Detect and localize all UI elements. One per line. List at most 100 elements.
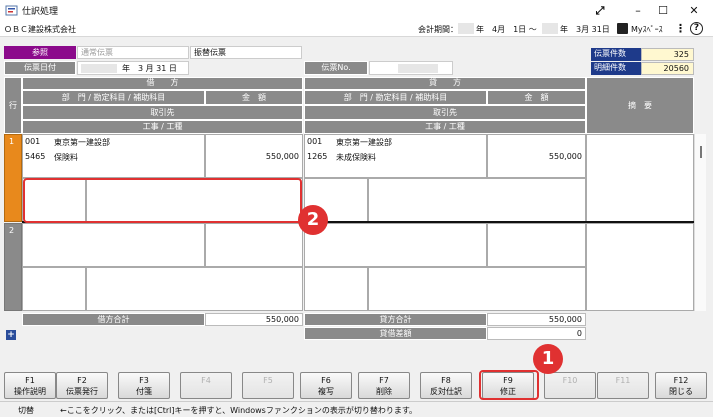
credit-dept-header: 部 門 / 勘定科目 / 補助科目 [304,90,487,105]
row-marker-2[interactable]: 2 [4,223,22,311]
credit-partner-cell-2[interactable] [368,267,586,311]
fkey-f2-button[interactable]: F2 伝票発行 [56,372,108,399]
debit-amount-cell-2[interactable] [205,223,303,267]
credit-total-value: 550,000 [487,313,586,326]
credit-partner-code-cell-2[interactable] [304,267,368,311]
voucher-count-label: 伝票件数 [591,48,641,61]
date-value: 年 3 月 31 日 [122,64,177,73]
minimize-button[interactable]: – [627,2,649,19]
period-start: 年 4月 1日 ～ [476,25,537,34]
fkey-number: F12 [673,376,689,385]
voucher-no-field[interactable] [369,61,453,75]
fkey-label: 閉じる [669,387,693,396]
fkey-number: F3 [139,376,149,385]
debit-header: 借 方 [22,77,303,90]
debit-partner-header: 取引先 [22,105,303,120]
memo-cell-1[interactable] [586,134,694,222]
maximize-button[interactable]: ☐ [652,2,674,19]
debit-dept-cell[interactable]: 001 東京第一建設部 5465 保険料 [22,134,205,178]
fkey-f8-button[interactable]: F8 反対仕訳 [420,372,472,399]
fkey-f1-button[interactable]: F1 操作説明 [4,372,56,399]
fkey-number: F2 [77,376,87,385]
detail-count-label: 明細件数 [591,62,641,75]
debit-dept-code: 001 [25,137,41,146]
ref-tab[interactable]: 参照 [4,46,76,59]
debit-dept-cell-2[interactable] [22,223,205,267]
credit-account-name: 未成保険料 [336,153,376,162]
help-icon[interactable]: ? [690,22,703,35]
fkey-f12-button[interactable]: F12 閉じる [655,372,707,399]
fkey-f7-button[interactable]: F7 削除 [358,372,410,399]
fkey-number: F7 [379,376,389,385]
more-icon[interactable]: ⋮ [675,22,686,35]
debit-account-code: 5465 [25,152,46,161]
fkey-f6-button[interactable]: F6 複写 [300,372,352,399]
fkey-f3-button[interactable]: F3 付箋 [118,372,170,399]
fkey-number: F8 [441,376,451,385]
credit-dept-cell-2[interactable] [304,223,487,267]
window-title: 仕訳処理 [22,7,59,17]
credit-amount-cell-2[interactable] [487,223,586,267]
debit-dept-name: 東京第一建設部 [54,138,110,147]
toggle-button[interactable]: 切替 [18,405,34,416]
fkey-number: F5 [263,376,273,385]
credit-dept-name: 東京第一建設部 [336,138,392,147]
credit-work-header: 工事 / 工種 [304,120,586,134]
balance-diff-label: 貸借差額 [304,327,487,340]
fkey-number: F11 [615,376,631,385]
credit-amount-cell[interactable]: 550,000 [487,134,586,178]
row-header: 行 [4,77,22,134]
status-hint: ←ここをクリック、または[Ctrl]キーを押すと、Windowsファンクションの… [60,406,418,415]
memo-header: 摘 要 [586,77,694,134]
myspace-icon[interactable] [617,23,628,34]
debit-dept-header: 部 門 / 勘定科目 / 補助科目 [22,90,205,105]
voucher-type-transfer[interactable]: 振替伝票 [190,46,302,59]
voucher-no-label: 伝票No. [304,61,368,75]
close-button[interactable]: ✕ [683,2,705,19]
fkey-f5-button: F5 [242,372,294,399]
row-marker-1[interactable]: 1 [4,134,22,222]
highlight-box-f9 [479,370,539,400]
credit-account-code: 1265 [307,152,328,161]
fkey-number: F1 [25,376,35,385]
fkey-label: 削除 [376,387,392,396]
date-field[interactable]: 年 3 月 31 日 [77,61,189,75]
fkey-label: 複写 [318,387,334,396]
detail-count-value: 20560 [641,62,694,75]
fkey-label: 付箋 [136,387,152,396]
debit-total-label: 借方合計 [22,313,205,326]
debit-work-header: 工事 / 工種 [22,120,303,134]
scrollbar-thumb[interactable] [700,146,702,158]
status-bar: 切替 ←ここをクリック、または[Ctrl]キーを押すと、Windowsファンクシ… [0,401,713,417]
debit-partner-code-cell-2[interactable] [22,267,86,311]
debit-amount-cell[interactable]: 550,000 [205,134,303,178]
voucher-type-normal[interactable]: 通常伝票 [77,46,189,59]
company-name: ＯＢＣ建設株式会社 [4,25,76,34]
memo-cell-2[interactable] [586,223,694,311]
expand-icon[interactable]: + [6,330,16,340]
date-label: 伝票日付 [4,61,76,75]
fkey-label: 操作説明 [14,387,46,396]
info-bar: ＯＢＣ建設株式会社 会計期間： 年 4月 1日 ～ 年 3月 31日 Myｽﾍﾟ… [0,21,713,37]
fkey-f11-button: F11 [597,372,649,399]
callout-badge-1: 1 [533,344,563,374]
debit-account-name: 保険料 [54,153,78,162]
voucher-count-value: 325 [641,48,694,61]
credit-partner-header: 取引先 [304,105,586,120]
credit-partner-cell[interactable] [368,178,586,222]
highlight-box-partner [23,178,302,223]
credit-header: 貸 方 [304,77,586,90]
debit-amount-header: 金 額 [205,90,303,105]
title-bar: 仕訳処理 ⤢ – ☐ ✕ [0,0,713,21]
period-label: 会計期間： [418,25,458,34]
scrollbar[interactable] [694,134,706,311]
period-start-year [458,23,474,34]
debit-partner-cell-2[interactable] [86,267,303,311]
debit-total-value: 550,000 [205,313,303,326]
fkey-label: 反対仕訳 [430,387,462,396]
fkey-number: F10 [562,376,578,385]
expand-icon[interactable]: ⤢ [589,2,611,19]
myspace-button[interactable]: Myｽﾍﾟｰｽ [631,24,663,35]
period-end: 年 3月 31日 [560,25,610,34]
credit-dept-cell[interactable]: 001 東京第一建設部 1265 未成保険料 [304,134,487,178]
